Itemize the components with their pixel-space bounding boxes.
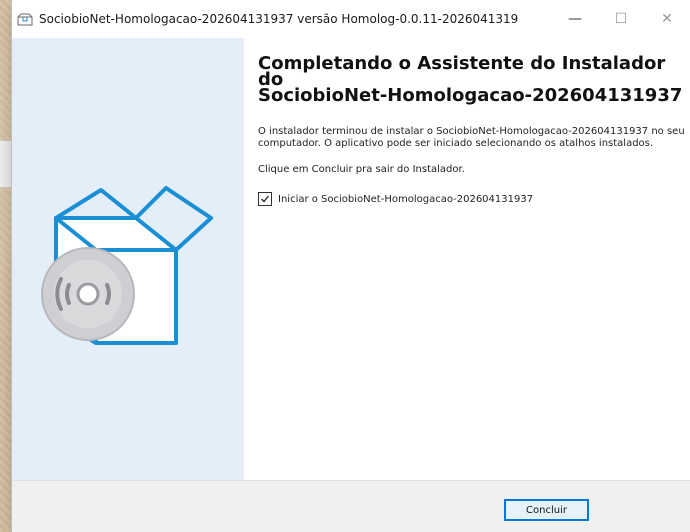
maximize-button: ☐ — [614, 11, 628, 27]
heading-line-1: Completando o Assistente do Instalador — [258, 53, 666, 74]
launch-checkbox-label[interactable]: Iniciar o SociobioNet-Homologacao-202604… — [278, 194, 533, 205]
heading-line-3: SociobioNet-Homologacao-202604131937 — [258, 85, 683, 106]
launch-checkbox[interactable] — [258, 192, 272, 206]
page-title: Completando o Assistente do Instalador d… — [258, 53, 683, 106]
box-disc-icon — [41, 186, 213, 345]
installer-icon — [17, 11, 33, 27]
launch-option[interactable]: Iniciar o SociobioNet-Homologacao-202604… — [258, 192, 680, 206]
window-title: SociobioNet-Homologacao-202604131937 ver… — [39, 12, 519, 26]
wizard-main: Completando o Assistente do Instalador d… — [244, 38, 690, 480]
wizard-side-panel — [12, 38, 244, 480]
minimize-button[interactable]: — — [552, 0, 598, 38]
installer-window: SociobioNet-Homologacao-202604131937 ver… — [12, 0, 690, 532]
completion-message: O instalador terminou de instalar o Soci… — [258, 126, 685, 149]
check-icon — [261, 195, 270, 203]
close-button: ✕ — [661, 11, 673, 27]
exit-instruction: Clique em Concluir pra sair do Instalado… — [258, 164, 465, 175]
finish-button[interactable]: Concluir — [504, 499, 589, 521]
title-bar[interactable]: SociobioNet-Homologacao-202604131937 ver… — [12, 0, 690, 38]
button-bar: Concluir — [12, 480, 690, 532]
